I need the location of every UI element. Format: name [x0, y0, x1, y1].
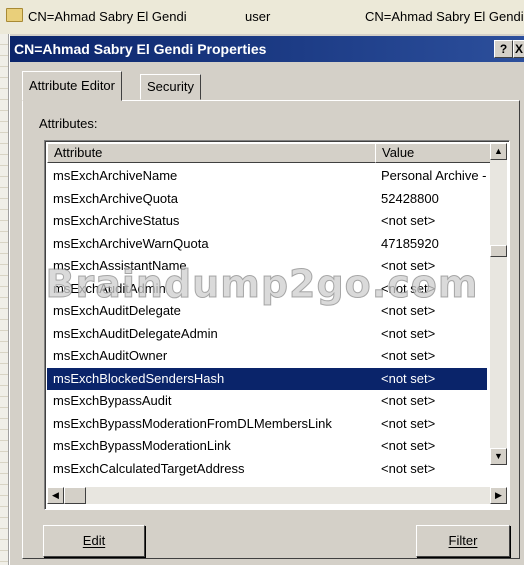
- table-row-selected[interactable]: msExchBlockedSendersHash <not set>: [47, 367, 487, 390]
- attribute-value: <not set>: [381, 213, 436, 228]
- vertical-scroll-thumb[interactable]: [490, 245, 507, 257]
- table-row[interactable]: msExchBypassModerationFromDLMembersLink <…: [47, 413, 487, 436]
- attribute-name: msExchAssistantName: [53, 258, 187, 273]
- attribute-value: <not set>: [381, 325, 436, 341]
- edit-button-label: Edit: [82, 533, 106, 548]
- table-row[interactable]: msExchAuditAdmin <not set>: [47, 278, 487, 301]
- table-row[interactable]: msExchArchiveWarnQuota 47185920: [47, 233, 487, 256]
- background-row-name: CN=Ahmad Sabry El Gendi: [28, 9, 187, 24]
- attribute-name: msExchAuditDelegate: [53, 303, 181, 318]
- edit-button[interactable]: Edit: [43, 525, 145, 557]
- tab-security-label: Security: [147, 79, 194, 94]
- list-header: Attribute Value: [47, 143, 493, 163]
- attribute-name: msExchBypassAudit: [53, 393, 172, 408]
- table-row[interactable]: msExchCalculatedTargetAddress <not set>: [47, 458, 487, 481]
- attribute-value: <not set>: [381, 370, 436, 386]
- column-header-value[interactable]: Value: [375, 143, 493, 163]
- attribute-value: <not set>: [381, 415, 436, 431]
- background-window-edge: [0, 34, 9, 565]
- scroll-down-arrow-icon[interactable]: ▼: [490, 448, 507, 465]
- attributes-label: Attributes:: [39, 116, 98, 131]
- scroll-right-arrow-icon[interactable]: ▶: [490, 487, 507, 504]
- background-list-row[interactable]: CN=Ahmad Sabry El Gendi user CN=Ahmad Sa…: [0, 0, 524, 35]
- vertical-scrollbar[interactable]: ▲ ▼: [490, 143, 507, 465]
- attribute-value: Personal Archive -: [381, 168, 487, 183]
- attribute-name: msExchArchiveQuota: [53, 190, 178, 206]
- horizontal-scroll-thumb[interactable]: [64, 487, 86, 504]
- tab-attribute-editor-label: Attribute Editor: [29, 78, 115, 93]
- attribute-value: <not set>: [381, 348, 436, 363]
- table-row[interactable]: msExchBypassModerationLink <not set>: [47, 435, 487, 458]
- attribute-value: 47185920: [381, 235, 439, 251]
- dialog-title-bar[interactable]: CN=Ahmad Sabry El Gendi Properties ? X: [10, 36, 524, 62]
- attribute-value: 52428800: [381, 190, 439, 206]
- table-row[interactable]: msExchAuditOwner <not set>: [47, 345, 487, 368]
- user-object-icon: [6, 8, 23, 22]
- help-button[interactable]: ?: [494, 40, 513, 58]
- attribute-name: msExchBypassModerationLink: [53, 438, 231, 453]
- attribute-value: <not set>: [381, 393, 436, 408]
- attribute-value: <not set>: [381, 303, 436, 318]
- table-row[interactable]: msExchArchiveName Personal Archive -: [47, 165, 487, 188]
- tab-security[interactable]: Security: [140, 74, 201, 100]
- table-row[interactable]: msExchAssistantName <not set>: [47, 255, 487, 278]
- table-row[interactable]: msExchArchiveQuota 52428800: [47, 188, 487, 211]
- attributes-label-text: Attributes:: [39, 116, 98, 131]
- table-row[interactable]: msExchAuditDelegateAdmin <not set>: [47, 323, 487, 346]
- attribute-name: msExchArchiveWarnQuota: [53, 235, 209, 251]
- properties-dialog: CN=Ahmad Sabry El Gendi Properties ? X A…: [9, 34, 524, 565]
- attribute-value: <not set>: [381, 438, 436, 453]
- list-rows: msExchArchiveName Personal Archive - msEx…: [47, 165, 487, 480]
- filter-button[interactable]: Filter: [416, 525, 510, 557]
- scroll-left-arrow-icon[interactable]: ◀: [47, 487, 64, 504]
- filter-button-label: Filter: [448, 533, 478, 548]
- attribute-name: msExchBlockedSendersHash: [53, 370, 225, 386]
- attributes-list[interactable]: Attribute Value msExchArchiveName Persona…: [44, 140, 510, 510]
- dialog-title: CN=Ahmad Sabry El Gendi Properties: [14, 41, 267, 57]
- attribute-name: msExchAuditAdmin: [53, 280, 166, 296]
- scroll-up-arrow-icon[interactable]: ▲: [490, 143, 507, 160]
- table-row[interactable]: msExchAuditDelegate <not set>: [47, 300, 487, 323]
- attribute-name: msExchCalculatedTargetAddress: [53, 460, 245, 476]
- attribute-value: <not set>: [381, 280, 436, 296]
- attribute-value: <not set>: [381, 258, 436, 273]
- tab-attribute-editor[interactable]: Attribute Editor: [22, 71, 122, 101]
- column-header-attribute[interactable]: Attribute: [47, 143, 380, 163]
- attribute-name: msExchArchiveName: [53, 168, 178, 183]
- close-button[interactable]: X: [513, 40, 524, 58]
- attribute-name: msExchArchiveStatus: [53, 213, 180, 228]
- attribute-value: <not set>: [381, 460, 436, 476]
- table-row[interactable]: msExchBypassAudit <not set>: [47, 390, 487, 413]
- table-row[interactable]: msExchArchiveStatus <not set>: [47, 210, 487, 233]
- background-row-dn: CN=Ahmad Sabry El Gendi: [365, 9, 524, 24]
- horizontal-scrollbar[interactable]: ◀ ▶: [47, 487, 507, 504]
- attribute-name: msExchAuditDelegateAdmin: [53, 325, 218, 341]
- attribute-name: msExchAuditOwner: [53, 348, 168, 363]
- background-row-type: user: [245, 9, 271, 24]
- attribute-name: msExchBypassModerationFromDLMembersLink: [53, 415, 332, 431]
